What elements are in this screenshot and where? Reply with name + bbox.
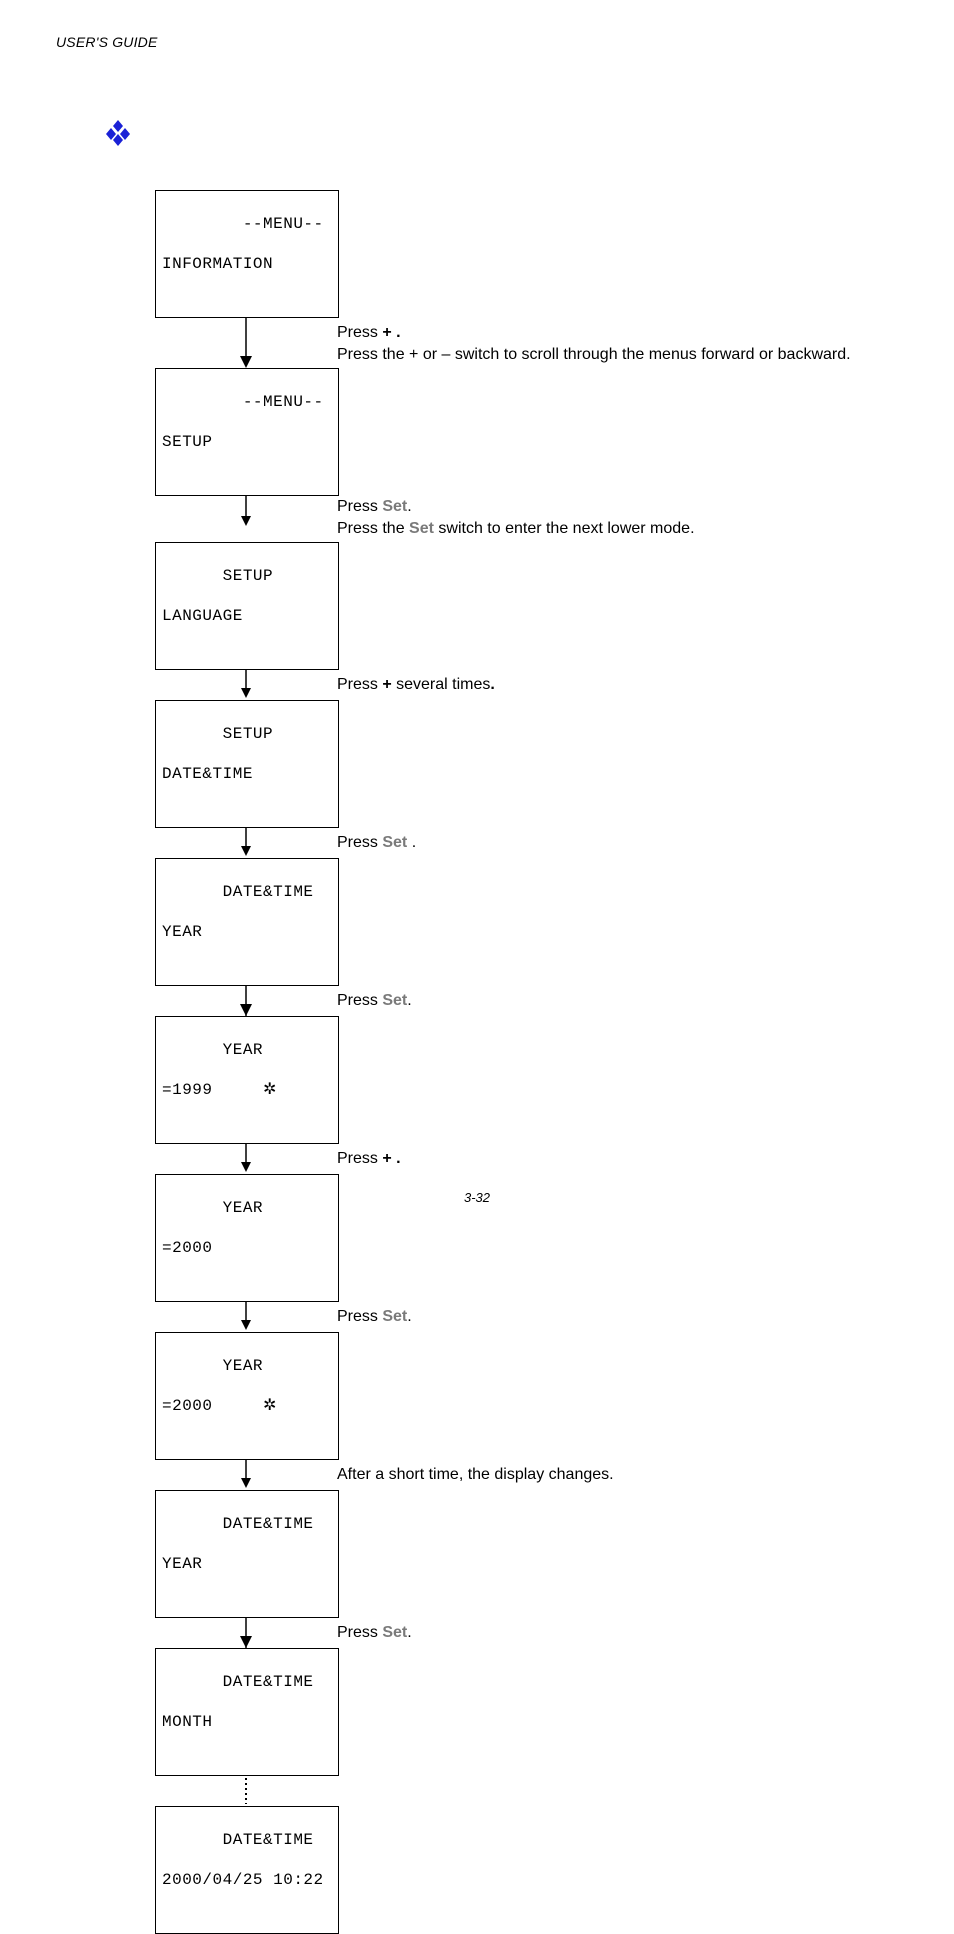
- display-box: SETUP LANGUAGE: [155, 542, 339, 670]
- display-box: YEAR =1999 ✲: [155, 1016, 339, 1144]
- instruction-text: Press Set.: [337, 990, 857, 1012]
- diamond-bullet-icon: [105, 120, 131, 146]
- instruction-text: Press Set .: [337, 832, 857, 854]
- display-line2: =2000: [162, 1238, 332, 1258]
- instruction-text: Press + several times.: [337, 674, 857, 696]
- display-box: DATE&TIME MONTH: [155, 1648, 339, 1776]
- page-header: USER'S GUIDE: [56, 34, 158, 50]
- display-line1: --MENU--: [223, 215, 324, 233]
- arrow-down-icon: [155, 318, 337, 368]
- display-line1: YEAR: [223, 1041, 263, 1059]
- arrow-down-icon: [155, 828, 337, 858]
- display-line1: YEAR: [223, 1357, 263, 1375]
- instruction-text: Press + . Press the + or – switch to scr…: [337, 322, 857, 366]
- display-line2: SETUP: [162, 432, 332, 452]
- display-line1: SETUP: [223, 567, 274, 585]
- instruction-text: Press Set.: [337, 1306, 857, 1328]
- display-box: DATE&TIME YEAR: [155, 858, 339, 986]
- display-box: SETUP DATE&TIME: [155, 700, 339, 828]
- instruction-text: Press Set.: [337, 1622, 857, 1644]
- instruction-text: Press + .: [337, 1148, 857, 1170]
- dotted-arrow-down-icon: [155, 1776, 337, 1806]
- display-line2: YEAR: [162, 1554, 332, 1574]
- instruction-text: After a short time, the display changes.: [337, 1464, 857, 1486]
- display-line2: DATE&TIME: [162, 764, 332, 784]
- instruction-text: Press Set. Press the Set switch to enter…: [337, 496, 857, 540]
- display-line2: LANGUAGE: [162, 606, 332, 626]
- display-line1: DATE&TIME: [223, 1515, 314, 1533]
- arrow-down-icon: [155, 496, 337, 542]
- display-line1: DATE&TIME: [223, 1673, 314, 1691]
- flowchart: --MENU-- INFORMATION Press + . Press the…: [155, 190, 875, 1934]
- arrow-down-icon: [155, 1144, 337, 1174]
- display-line1: --MENU--: [223, 393, 324, 411]
- display-line2: =1999 ✲: [162, 1080, 332, 1100]
- display-line2: YEAR: [162, 922, 332, 942]
- arrow-down-icon: [155, 1618, 337, 1648]
- display-box: --MENU-- INFORMATION: [155, 190, 339, 318]
- display-line2: MONTH: [162, 1712, 332, 1732]
- page-number: 3-32: [0, 1190, 954, 1205]
- display-line1: SETUP: [223, 725, 274, 743]
- display-line1: DATE&TIME: [223, 1831, 314, 1849]
- arrow-down-icon: [155, 1460, 337, 1490]
- display-box: YEAR =2000 ✲: [155, 1332, 339, 1460]
- arrow-down-icon: [155, 986, 337, 1016]
- display-line2: =2000 ✲: [162, 1396, 332, 1416]
- display-line2: 2000/04/25 10:22: [162, 1870, 332, 1890]
- display-line2: INFORMATION: [162, 254, 332, 274]
- arrow-down-icon: [155, 670, 337, 700]
- display-box: --MENU-- SETUP: [155, 368, 339, 496]
- display-box: DATE&TIME 2000/04/25 10:22: [155, 1806, 339, 1934]
- arrow-down-icon: [155, 1302, 337, 1332]
- display-line1: DATE&TIME: [223, 883, 314, 901]
- display-box: DATE&TIME YEAR: [155, 1490, 339, 1618]
